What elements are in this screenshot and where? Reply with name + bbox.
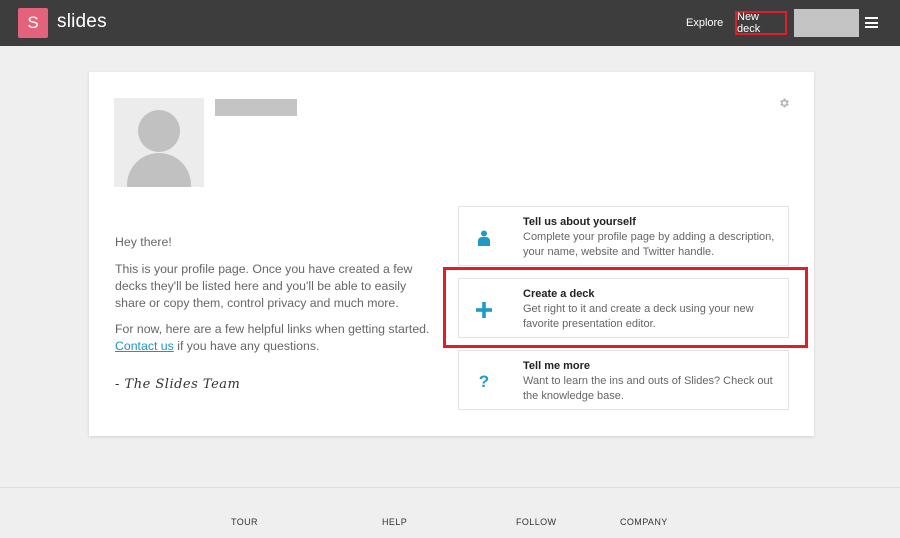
profile-avatar[interactable] (114, 98, 204, 187)
footer-link-help[interactable]: HELP (382, 517, 407, 527)
logo-letter: S (27, 13, 39, 32)
avatar-head (138, 110, 180, 152)
help-item-tell-me-more[interactable]: ? Tell me more Want to learn the ins and… (458, 350, 789, 410)
person-icon (473, 227, 495, 249)
help-item-tell-us[interactable]: Tell us about yourself Complete your pro… (458, 206, 789, 266)
helpful-suffix: if you have any questions. (173, 339, 320, 353)
hamburger-menu-icon[interactable] (865, 17, 878, 28)
logo-icon[interactable]: S (18, 8, 48, 38)
help-item-description: Complete your profile page by adding a d… (523, 231, 775, 258)
explore-link[interactable]: Explore (686, 17, 723, 29)
question-icon: ? (478, 372, 490, 391)
intro-paragraph: This is your profile page. Once you have… (115, 262, 413, 310)
avatar-body (127, 153, 191, 187)
logo-text[interactable]: slides (57, 11, 107, 33)
profile-name (215, 99, 297, 116)
user-avatar[interactable] (794, 9, 859, 37)
footer-link-tour[interactable]: TOUR (231, 517, 258, 527)
new-deck-button[interactable]: New deck (735, 11, 787, 35)
help-item-title: Tell us about yourself (523, 216, 636, 228)
create-deck-highlight (443, 267, 808, 348)
helpful-prefix: For now, here are a few helpful links wh… (115, 322, 430, 336)
new-deck-label: New deck (737, 11, 761, 35)
contact-us-link[interactable]: Contact us (115, 339, 174, 353)
helpful-links-paragraph: For now, here are a few helpful links wh… (115, 321, 435, 355)
greeting: Hey there! (115, 235, 172, 249)
footer-link-follow[interactable]: FOLLOW (516, 517, 556, 527)
help-item-title: Tell me more (523, 360, 591, 372)
gear-icon[interactable] (778, 97, 790, 109)
profile-card: Hey there! This is your profile page. On… (89, 72, 814, 436)
help-item-description: Want to learn the ins and outs of Slides… (523, 375, 773, 402)
signature: - The Slides Team (115, 377, 241, 392)
footer-link-company[interactable]: COMPANY (620, 517, 668, 527)
top-navigation-bar: S slides Explore New deck (0, 0, 900, 46)
footer: TOUR HELP FOLLOW COMPANY (0, 487, 900, 538)
intro-text: Hey there! This is your profile page. On… (115, 234, 435, 364)
